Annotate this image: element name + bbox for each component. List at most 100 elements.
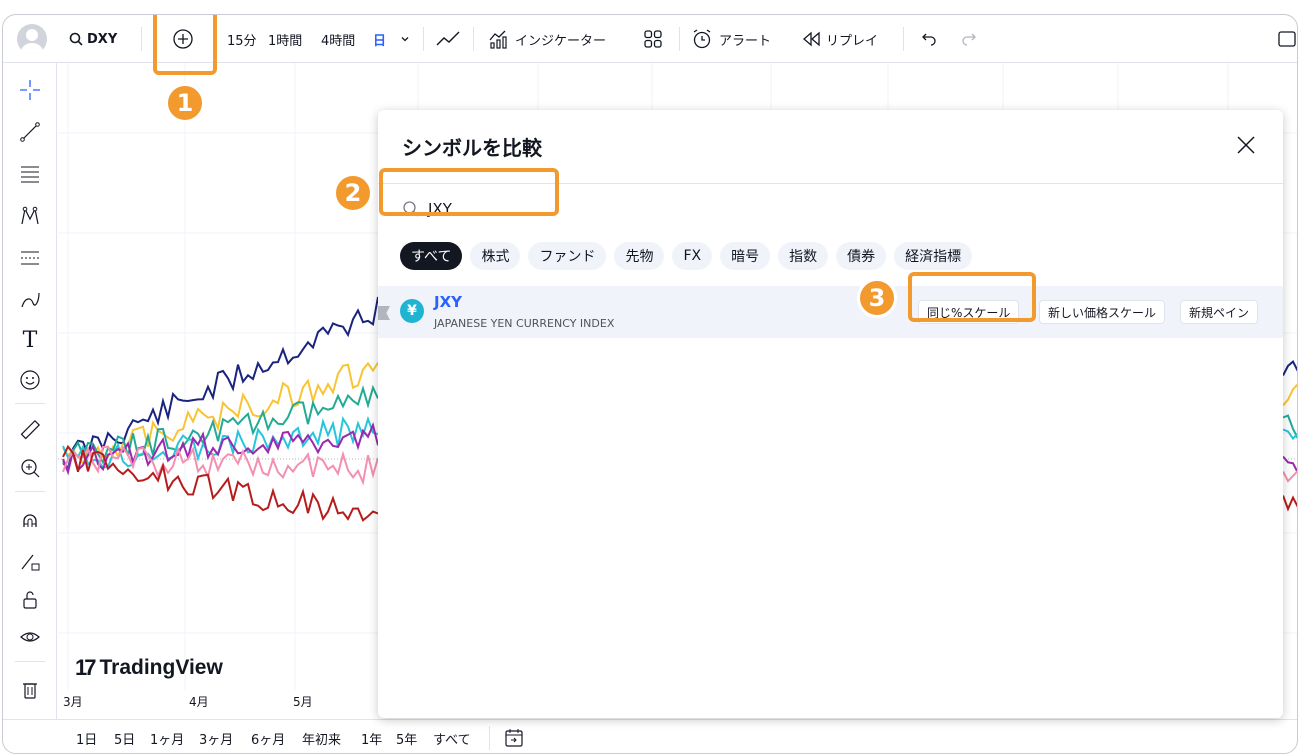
- step-badge-1: 1: [165, 83, 205, 123]
- step-badge-2: 2: [333, 173, 373, 213]
- range-6m[interactable]: 6ヶ月: [251, 720, 285, 753]
- divider: [679, 27, 680, 51]
- range-5y[interactable]: 5年: [396, 720, 417, 753]
- divider: [489, 726, 490, 750]
- alarm-clock-icon: [693, 29, 711, 49]
- chip-bonds[interactable]: 債券: [836, 242, 887, 270]
- divider: [473, 27, 474, 51]
- chip-fx[interactable]: FX: [672, 242, 713, 270]
- tradingview-logo: 17 TradingView: [75, 655, 223, 681]
- crosshair-icon[interactable]: [17, 77, 43, 103]
- chip-stocks[interactable]: 株式: [470, 242, 521, 270]
- line-chart-icon: [436, 31, 460, 46]
- lock-drawing-icon[interactable]: [17, 549, 43, 575]
- close-icon: [1237, 136, 1255, 154]
- symbol-search-button[interactable]: DXY: [69, 15, 117, 63]
- result-description: JAPANESE YEN CURRENCY INDEX: [434, 317, 615, 330]
- flag-icon[interactable]: [378, 306, 390, 320]
- divider: [15, 661, 45, 662]
- result-symbol: JXY: [434, 293, 463, 311]
- app-window: DXY 15分 1時間 4時間 日 インジケーター アラート リプレイ T 17…: [2, 14, 1298, 754]
- alert-button[interactable]: アラート: [691, 15, 771, 63]
- highlight-search-input: [379, 168, 559, 216]
- chip-funds[interactable]: ファンド: [528, 242, 607, 270]
- highlight-compare-button: [153, 15, 217, 75]
- ruler-icon[interactable]: [17, 417, 43, 443]
- redo-button[interactable]: [961, 15, 979, 63]
- interval-4h[interactable]: 4時間: [321, 15, 355, 63]
- range-1y[interactable]: 1年: [361, 720, 382, 753]
- search-icon: [69, 32, 83, 46]
- divider: [423, 27, 424, 51]
- logo-text: TradingView: [99, 656, 223, 679]
- dialog-title: シンボルを比較: [402, 136, 542, 160]
- emoji-icon[interactable]: [17, 367, 43, 393]
- range-5d[interactable]: 5日: [114, 720, 135, 753]
- range-3m[interactable]: 3ヶ月: [199, 720, 233, 753]
- layout-select-button[interactable]: [1277, 15, 1297, 63]
- series-line: [1282, 360, 1297, 376]
- brush-icon[interactable]: [17, 287, 43, 313]
- time-axis-label: 3月: [63, 695, 83, 709]
- divider: [15, 491, 45, 492]
- range-1m[interactable]: 1ヶ月: [150, 720, 184, 753]
- fib-retracement-icon[interactable]: [17, 161, 43, 187]
- trash-icon[interactable]: [17, 677, 43, 703]
- pattern-icon[interactable]: [17, 203, 43, 229]
- divider: [15, 403, 45, 404]
- grid-icon: [644, 30, 662, 48]
- chip-economy[interactable]: 経済指標: [894, 242, 973, 270]
- zoom-in-icon[interactable]: [17, 455, 43, 481]
- interval-day[interactable]: 日: [373, 15, 386, 63]
- symbol-label: DXY: [87, 31, 118, 47]
- replay-button[interactable]: リプレイ: [803, 15, 878, 63]
- lock-icon[interactable]: [17, 587, 43, 613]
- forecast-icon[interactable]: [17, 245, 43, 271]
- goto-date-button[interactable]: [503, 720, 525, 753]
- series-line: [1282, 495, 1297, 512]
- chip-indices[interactable]: 指数: [778, 242, 829, 270]
- highlight-same-scale-button: [908, 272, 1036, 322]
- drawing-toolbar: T: [3, 63, 57, 719]
- redo-icon: [962, 33, 976, 46]
- chip-crypto[interactable]: 暗号: [720, 242, 771, 270]
- category-filter: すべて 株式 ファンド 先物 FX 暗号 指数 債券 経済指標: [400, 242, 973, 270]
- text-tool-icon[interactable]: T: [17, 327, 43, 353]
- chip-futures[interactable]: 先物: [614, 242, 665, 270]
- chart-type-button[interactable]: [435, 15, 461, 63]
- tradingview-mark-icon: 17: [75, 655, 97, 680]
- interval-1h[interactable]: 1時間: [268, 15, 302, 63]
- calendar-goto-icon: [505, 729, 523, 747]
- trend-line-icon[interactable]: [17, 119, 43, 145]
- rewind-icon: [803, 31, 820, 47]
- undo-button[interactable]: [919, 15, 937, 63]
- interval-15m[interactable]: 15分: [227, 15, 257, 63]
- close-button[interactable]: [1233, 132, 1259, 158]
- series-line: [62, 445, 379, 486]
- interval-dropdown[interactable]: [399, 15, 411, 63]
- series-line: [62, 444, 379, 522]
- range-ytd[interactable]: 年初来: [302, 720, 341, 753]
- series-line: [1282, 383, 1297, 407]
- range-all[interactable]: すべて: [433, 720, 471, 753]
- eye-icon[interactable]: [17, 625, 43, 651]
- indicators-button[interactable]: インジケーター: [488, 15, 606, 63]
- divider: [141, 27, 142, 51]
- new-pane-button[interactable]: 新規ペイン: [1180, 300, 1259, 324]
- new-price-scale-button[interactable]: 新しい価格スケール: [1039, 300, 1166, 324]
- replay-label: リプレイ: [826, 33, 879, 49]
- range-1d[interactable]: 1日: [76, 720, 97, 753]
- step-badge-3: 3: [857, 278, 897, 318]
- search-result-row[interactable]: ¥ JXY JAPANESE YEN CURRENCY INDEX 同じ%スケー…: [378, 286, 1283, 338]
- time-axis-label: 4月: [189, 695, 209, 709]
- divider: [903, 27, 904, 51]
- yen-icon: ¥: [400, 299, 424, 323]
- avatar[interactable]: [17, 24, 47, 54]
- chip-all[interactable]: すべて: [400, 242, 463, 270]
- bottom-toolbar: 1日 5日 1ヶ月 3ヶ月 6ヶ月 年初来 1年 5年 すべて: [3, 719, 1297, 753]
- magnet-icon[interactable]: [17, 511, 43, 537]
- layout-templates-button[interactable]: [643, 15, 663, 63]
- time-axis-label: 5月: [293, 695, 313, 709]
- alert-label: アラート: [719, 33, 772, 49]
- undo-icon: [922, 33, 936, 46]
